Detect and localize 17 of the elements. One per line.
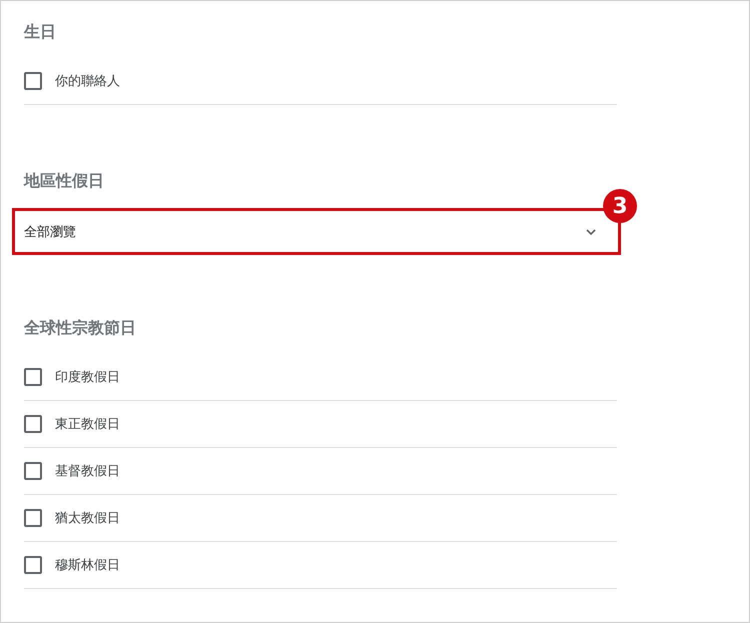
checkbox-label: 印度教假日: [55, 369, 120, 386]
checkbox[interactable]: [24, 556, 42, 574]
checkbox[interactable]: [24, 462, 42, 480]
checkbox-label: 穆斯林假日: [55, 557, 120, 574]
checkbox-label: 東正教假日: [55, 416, 120, 433]
step-badge: 3: [603, 189, 637, 223]
checkbox-label: 你的聯絡人: [55, 73, 120, 90]
section-heading: 全球性宗教節日: [24, 317, 137, 339]
section-heading: 地區性假日: [24, 170, 105, 192]
checkbox[interactable]: [24, 415, 42, 433]
checkbox[interactable]: [24, 368, 42, 386]
checkbox-label: 基督教假日: [55, 463, 120, 480]
checkbox-label: 猶太教假日: [55, 510, 120, 527]
section-heading: 生日: [24, 21, 57, 43]
checkbox[interactable]: [24, 72, 42, 90]
checkbox[interactable]: [24, 509, 42, 527]
chevron-down-icon: [586, 228, 596, 234]
